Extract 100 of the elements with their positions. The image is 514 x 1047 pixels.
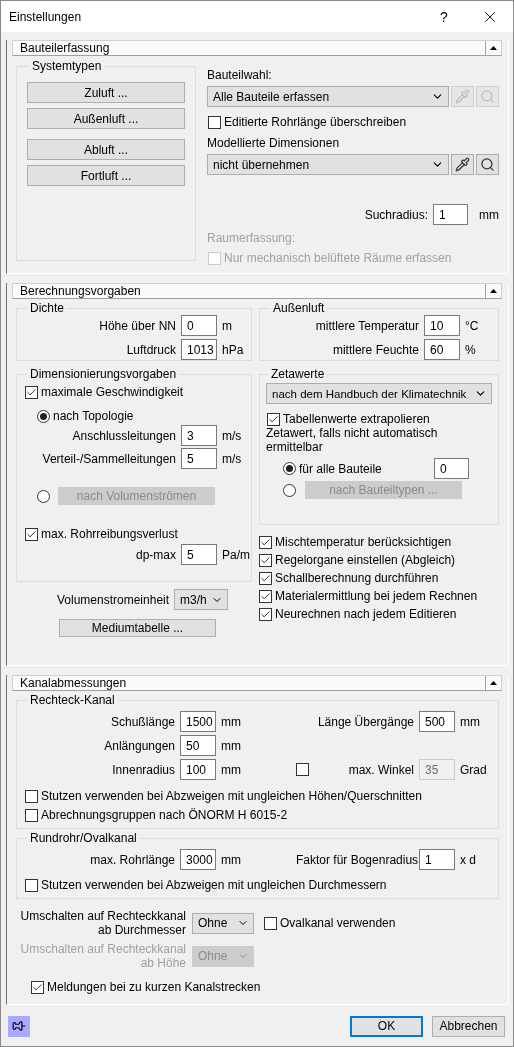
dialog-button[interactable]: Abbrechen: [432, 1015, 505, 1037]
window-title: Einstellungen: [9, 9, 83, 24]
field-label: mittlere Feuchte: [331, 342, 419, 357]
search-button[interactable]: [476, 154, 499, 175]
unit-label: m/s: [222, 428, 243, 443]
group-title: Rundrohr/Ovalkanal: [29, 831, 138, 845]
dropdown[interactable]: Alle Bauteile erfassen: [207, 86, 449, 107]
search-icon: [480, 89, 495, 104]
checkbox[interactable]: [25, 789, 38, 803]
radio-button[interactable]: [37, 409, 50, 423]
number-field[interactable]: 10: [424, 315, 460, 336]
checkbox-label: Stutzen verwenden bei Abzweigen mit ungleichen Durchmessern: [41, 878, 387, 892]
unit-label: hPa: [222, 342, 245, 357]
dropdown[interactable]: m3/h: [174, 589, 229, 610]
help-button[interactable]: ?: [421, 8, 467, 25]
field-label: mittlere Temperatur: [314, 318, 419, 333]
checkbox[interactable]: [31, 980, 44, 994]
system-button[interactable]: Abluft ...: [27, 139, 185, 160]
checkbox-label: Mischtemperatur berücksichtigen: [275, 535, 452, 549]
unit-label: %: [465, 342, 477, 357]
number-field[interactable]: 3000: [180, 849, 216, 870]
checkbox[interactable]: [267, 412, 280, 426]
eyedropper-button[interactable]: [451, 154, 474, 175]
unit-label: Grad: [460, 762, 488, 777]
field-label: Umschalten auf Rechteckkanal ab Durchmesser: [19, 909, 186, 937]
number-field[interactable]: 500: [419, 711, 455, 732]
field-label: Faktor für Bogenradius: [296, 852, 419, 867]
checkbox[interactable]: [25, 527, 38, 541]
number-field[interactable]: 5: [181, 448, 217, 469]
unit-label: °C: [465, 318, 480, 333]
checkbox[interactable]: [259, 553, 272, 567]
radio-label: für alle Bauteile: [299, 461, 383, 476]
eyedropper-icon: [455, 89, 470, 104]
caret-up-icon: [490, 289, 497, 293]
dialog-button[interactable]: OK: [350, 1015, 423, 1037]
number-field[interactable]: 5: [181, 544, 217, 565]
checkbox-label: Regelorgane einstellen (Abgleich): [275, 553, 456, 567]
radio-button[interactable]: [283, 462, 296, 475]
checkbox-label: Abrechnungsgruppen nach ÖNORM H 6015-2: [41, 808, 288, 822]
group-title: Systemtypen: [31, 59, 103, 73]
field-label: dp-max: [135, 547, 176, 562]
field-label: Höhe über NN: [98, 318, 176, 333]
checkbox[interactable]: [25, 878, 38, 892]
field-label: Anschlussleitungen: [71, 428, 176, 443]
dropdown[interactable]: Ohne: [192, 912, 254, 934]
section-title: Berechnungsvorgaben: [19, 284, 142, 298]
field-label: Verteil-/Sammelleitungen: [41, 451, 176, 466]
checkbox[interactable]: [264, 916, 277, 930]
system-button[interactable]: Fortluft ...: [27, 165, 185, 186]
checkbox-label: Stutzen verwenden bei Abzweigen mit ungleichen Höhen/Querschnitten: [41, 789, 422, 803]
checkbox[interactable]: [25, 385, 38, 399]
number-field[interactable]: 1500: [180, 711, 216, 732]
eyedropper-icon: [455, 157, 470, 172]
checkbox[interactable]: [25, 808, 38, 822]
unit-label: m/s: [222, 451, 243, 466]
unit-label: m: [222, 318, 233, 333]
number-field[interactable]: 0: [181, 315, 217, 336]
checkbox-label: maximale Geschwindigkeit: [41, 385, 184, 399]
number-field[interactable]: 60: [424, 339, 460, 360]
group-title: Rechteck-Kanal: [29, 693, 116, 707]
checkbox[interactable]: [208, 115, 221, 129]
dropdown[interactable]: nach dem Handbuch der Klimatechnik: [266, 383, 492, 404]
table-button[interactable]: Mediumtabelle ...: [59, 619, 216, 637]
field-label: Volumenstromeinheit: [57, 592, 170, 607]
number-field[interactable]: 0: [434, 458, 469, 479]
field-label: Länge Übergänge: [317, 714, 414, 729]
unit-label: mm: [221, 762, 242, 777]
field-label: Luftdruck: [125, 342, 176, 357]
dropdown[interactable]: nicht übernehmen: [207, 154, 449, 175]
checkbox[interactable]: [259, 571, 272, 585]
checkbox-label: Tabellenwerte extrapolieren: [283, 412, 430, 426]
checkbox[interactable]: [259, 589, 272, 603]
field-label: Raumerfassung:: [207, 231, 296, 245]
group-title: Außenluft: [272, 301, 326, 315]
field-label: Schußlänge: [109, 714, 175, 729]
field-label: Suchradius:: [364, 207, 428, 222]
radio-label: nach Topologie: [53, 409, 134, 423]
field-label: Innenradius: [111, 762, 175, 777]
caret-up-icon: [490, 46, 497, 50]
checkbox-label: Neurechnen nach jedem Editieren: [275, 607, 457, 621]
field-label: Umschalten auf Rechteckkanal ab Höhe: [19, 942, 186, 970]
number-field[interactable]: 100: [180, 759, 216, 780]
unit-label: mm: [478, 207, 499, 222]
unit-label: Pa/m: [222, 547, 248, 562]
number-field[interactable]: 3: [181, 425, 217, 446]
number-field[interactable]: 1013: [181, 339, 217, 360]
system-button[interactable]: Außenluft ...: [27, 108, 185, 129]
number-field[interactable]: 1: [433, 204, 468, 225]
number-field[interactable]: 1: [419, 849, 455, 870]
hint-text: Zetawert, falls nicht automatisch ermittelbar: [266, 426, 438, 454]
number-field[interactable]: 50: [180, 735, 216, 756]
unit-label: mm: [221, 714, 242, 729]
caret-up-icon: [490, 681, 497, 685]
checkbox[interactable]: [259, 535, 272, 549]
group-title: Zetawerte: [270, 367, 326, 381]
checkbox-label: Meldungen bei zu kurzen Kanalstrecken: [47, 980, 261, 994]
pin-button[interactable]: [8, 1015, 30, 1037]
checkbox[interactable]: [259, 607, 272, 621]
system-button[interactable]: Zuluft ...: [27, 82, 185, 103]
checkbox-label: Nur mechanisch belüftete Räume erfassen: [224, 251, 452, 265]
